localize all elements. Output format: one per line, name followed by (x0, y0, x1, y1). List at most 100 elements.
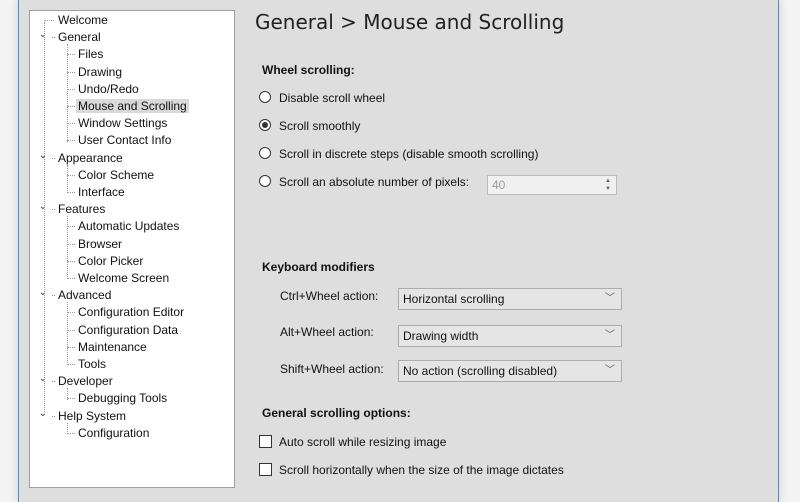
tree-item-label: Mouse and Scrolling (76, 99, 189, 113)
chevron-down-icon[interactable]: ⌄ (38, 371, 48, 387)
tree-connector (67, 398, 75, 400)
tree-connector (67, 312, 75, 314)
spin-down-icon[interactable]: ▼ (602, 185, 614, 193)
checkbox[interactable] (259, 463, 272, 476)
tree-item-mouse-and-scrolling[interactable]: Mouse and Scrolling (76, 98, 189, 114)
radio-button[interactable] (259, 91, 271, 103)
tree-guide-line (67, 388, 68, 400)
tree-guide-line (67, 44, 68, 142)
tree-item-maintenance[interactable]: Maintenance (76, 339, 149, 355)
tree-item-label: Debugging Tools (78, 391, 168, 406)
tree-item-advanced[interactable]: Advanced (56, 287, 113, 303)
select-value: Drawing width (403, 329, 479, 343)
radio-button[interactable] (259, 175, 271, 187)
shift-wheel-select[interactable]: No action (scrolling disabled) ﹀ (398, 360, 622, 382)
tree-item-files[interactable]: Files (76, 46, 105, 62)
tree-item-label: Maintenance (78, 339, 147, 354)
tree-item-welcome[interactable]: Welcome (56, 12, 110, 28)
tree-connector (52, 37, 55, 39)
tree-item-label: Color Picker (78, 253, 144, 268)
tree-connector (67, 54, 75, 56)
tree-item-undo-redo[interactable]: Undo/Redo (76, 81, 141, 97)
radio-button[interactable] (259, 147, 271, 159)
tree-item-label: Browser (78, 236, 123, 251)
tree-item-tools[interactable]: Tools (76, 356, 108, 372)
tree-item-label: Files (78, 47, 104, 62)
tree-connector (67, 346, 75, 348)
alt-wheel-select[interactable]: Drawing width ﹀ (398, 325, 622, 347)
wheel-scrolling-heading: Wheel scrolling: (262, 63, 355, 77)
tree-guide-line (67, 422, 68, 434)
chevron-down-icon[interactable]: ⌄ (38, 406, 48, 422)
tree-connector (67, 432, 75, 434)
tree-connector (52, 381, 55, 383)
select-value: No action (scrolling disabled) (403, 364, 558, 378)
tree-item-label: Welcome (58, 13, 108, 27)
tree-item-label: Configuration (78, 425, 150, 440)
tree-connector (67, 226, 75, 228)
radio-label: Scroll smoothly (279, 119, 361, 133)
tree-item-debugging-tools[interactable]: Debugging Tools (76, 390, 169, 406)
tree-item-label: Help System (58, 408, 127, 423)
spin-up-icon[interactable]: ▲ (602, 177, 614, 185)
tree-item-color-scheme[interactable]: Color Scheme (76, 167, 156, 183)
tree-item-label: Configuration Editor (78, 305, 185, 320)
tree-connector (67, 71, 75, 73)
tree-item-label: Appearance (58, 150, 123, 165)
tree-connector (67, 88, 75, 90)
tree-connector (67, 329, 75, 331)
tree-item-label: Features (58, 202, 106, 217)
tree-connector (67, 278, 75, 279)
tree-item-label: Undo/Redo (78, 81, 139, 96)
tree-item-label: User Contact Info (78, 133, 172, 148)
pixels-spinbox[interactable]: 40 ▲ ▼ (487, 175, 617, 195)
tree-connector (67, 106, 75, 107)
tree-connector (67, 192, 75, 193)
alt-wheel-label: Alt+Wheel action: (280, 325, 374, 339)
tree-item-help-system[interactable]: Help System (56, 408, 128, 424)
tree-item-label: Welcome Screen (78, 271, 170, 285)
tree-connector (67, 140, 75, 142)
shift-wheel-label: Shift+Wheel action: (280, 362, 384, 376)
tree-item-color-picker[interactable]: Color Picker (76, 253, 145, 269)
tree-item-label: Window Settings (78, 116, 168, 131)
checkbox[interactable] (259, 435, 272, 448)
settings-content: General > Mouse and Scrolling Wheel scro… (255, 0, 778, 502)
radio-label: Scroll an absolute number of pixels: (279, 175, 470, 189)
chevron-down-icon[interactable]: ⌄ (38, 285, 48, 301)
tree-item-window-settings[interactable]: Window Settings (76, 115, 169, 131)
chevron-down-icon[interactable]: ⌄ (38, 148, 48, 164)
tree-item-interface[interactable]: Interface (76, 184, 127, 200)
tree-item-label: Color Scheme (78, 167, 155, 182)
chevron-down-icon[interactable]: ⌄ (38, 199, 48, 215)
tree-connector (52, 415, 55, 417)
radio-label: Disable scroll wheel (279, 91, 386, 105)
pixels-input[interactable]: 40 (492, 176, 505, 194)
tree-guide-line (67, 164, 68, 194)
tree-connector (67, 123, 75, 125)
tree-item-browser[interactable]: Browser (76, 236, 124, 252)
tree-item-configuration-data[interactable]: Configuration Data (76, 322, 180, 338)
tree-item-general[interactable]: General (56, 29, 103, 45)
spin-buttons[interactable]: ▲ ▼ (602, 177, 614, 193)
radio-button-checked[interactable] (259, 119, 271, 131)
tree-item-label: Configuration Data (78, 322, 179, 337)
tree-item-features[interactable]: Features (56, 201, 107, 217)
tree-item-label: Developer (58, 374, 113, 389)
tree-item-welcome-screen[interactable]: Welcome Screen (76, 270, 171, 286)
ctrl-wheel-select[interactable]: Horizontal scrolling ﹀ (398, 288, 622, 310)
tree-item-user-contact-info[interactable]: User Contact Info (76, 132, 173, 148)
tree-item-automatic-updates[interactable]: Automatic Updates (76, 218, 181, 234)
tree-item-label: General (58, 30, 101, 45)
tree-item-drawing[interactable]: Drawing (76, 64, 124, 80)
tree-connector (44, 20, 54, 21)
tree-guide-line (67, 302, 68, 366)
general-scrolling-heading: General scrolling options: (262, 406, 411, 420)
chevron-down-icon[interactable]: ⌄ (38, 27, 48, 43)
tree-item-label: Tools (78, 357, 107, 371)
tree-item-configuration[interactable]: Configuration (76, 425, 151, 441)
tree-item-developer[interactable]: Developer (56, 373, 115, 389)
tree-item-appearance[interactable]: Appearance (56, 150, 125, 166)
settings-tree[interactable]: Welcome General ⌄ Files Drawing Undo/Redo Mous… (29, 10, 235, 488)
tree-item-configuration-editor[interactable]: Configuration Editor (76, 304, 186, 320)
